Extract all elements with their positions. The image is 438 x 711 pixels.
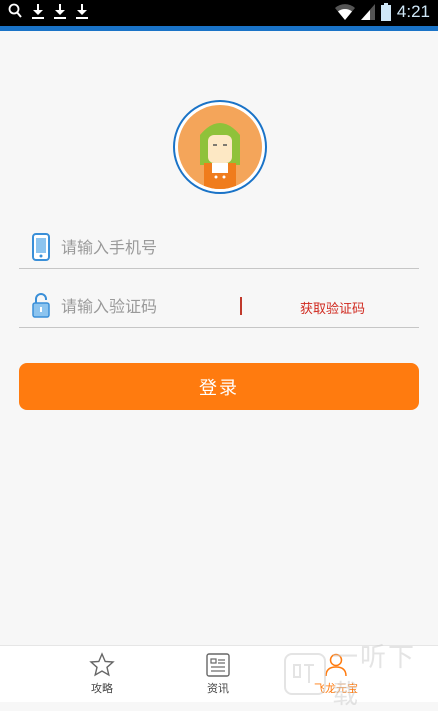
nav-item-strategy[interactable]: 攻略 <box>62 652 142 696</box>
status-bar-left <box>8 3 88 19</box>
nav-label: 资讯 <box>207 682 229 695</box>
header-accent-bar <box>0 26 438 31</box>
login-button[interactable]: 登录 <box>19 363 419 410</box>
nav-item-news[interactable]: 资讯 <box>178 652 258 696</box>
phone-icon <box>32 233 50 261</box>
avatar-illustration <box>178 105 262 189</box>
avatar[interactable] <box>173 100 267 194</box>
girl-avatar-icon <box>200 123 240 189</box>
status-bar: 4:21 <box>0 0 438 26</box>
wifi-icon <box>334 4 355 20</box>
nav-label: 攻略 <box>91 682 113 695</box>
status-bar-right: 4:21 <box>334 2 430 22</box>
battery-icon <box>380 3 391 21</box>
status-time: 4:21 <box>396 2 430 21</box>
download-icon <box>76 4 88 19</box>
watermark: 一听下载 <box>284 643 438 710</box>
watermark-logo-icon <box>284 653 326 695</box>
news-icon <box>206 653 230 677</box>
download-icon <box>32 4 44 19</box>
phone-field <box>19 228 419 269</box>
lock-icon <box>32 293 50 318</box>
verification-code-field: 获取验证码 <box>19 287 419 328</box>
divider <box>240 297 242 315</box>
signal-icon <box>360 4 375 20</box>
star-icon <box>89 652 115 677</box>
phone-input[interactable] <box>61 234 251 260</box>
get-code-button[interactable]: 获取验证码 <box>300 298 365 317</box>
watermark-text: 一听下载 <box>332 643 417 710</box>
download-icon <box>54 4 66 19</box>
search-icon <box>8 3 22 18</box>
verification-code-input[interactable] <box>61 293 251 319</box>
